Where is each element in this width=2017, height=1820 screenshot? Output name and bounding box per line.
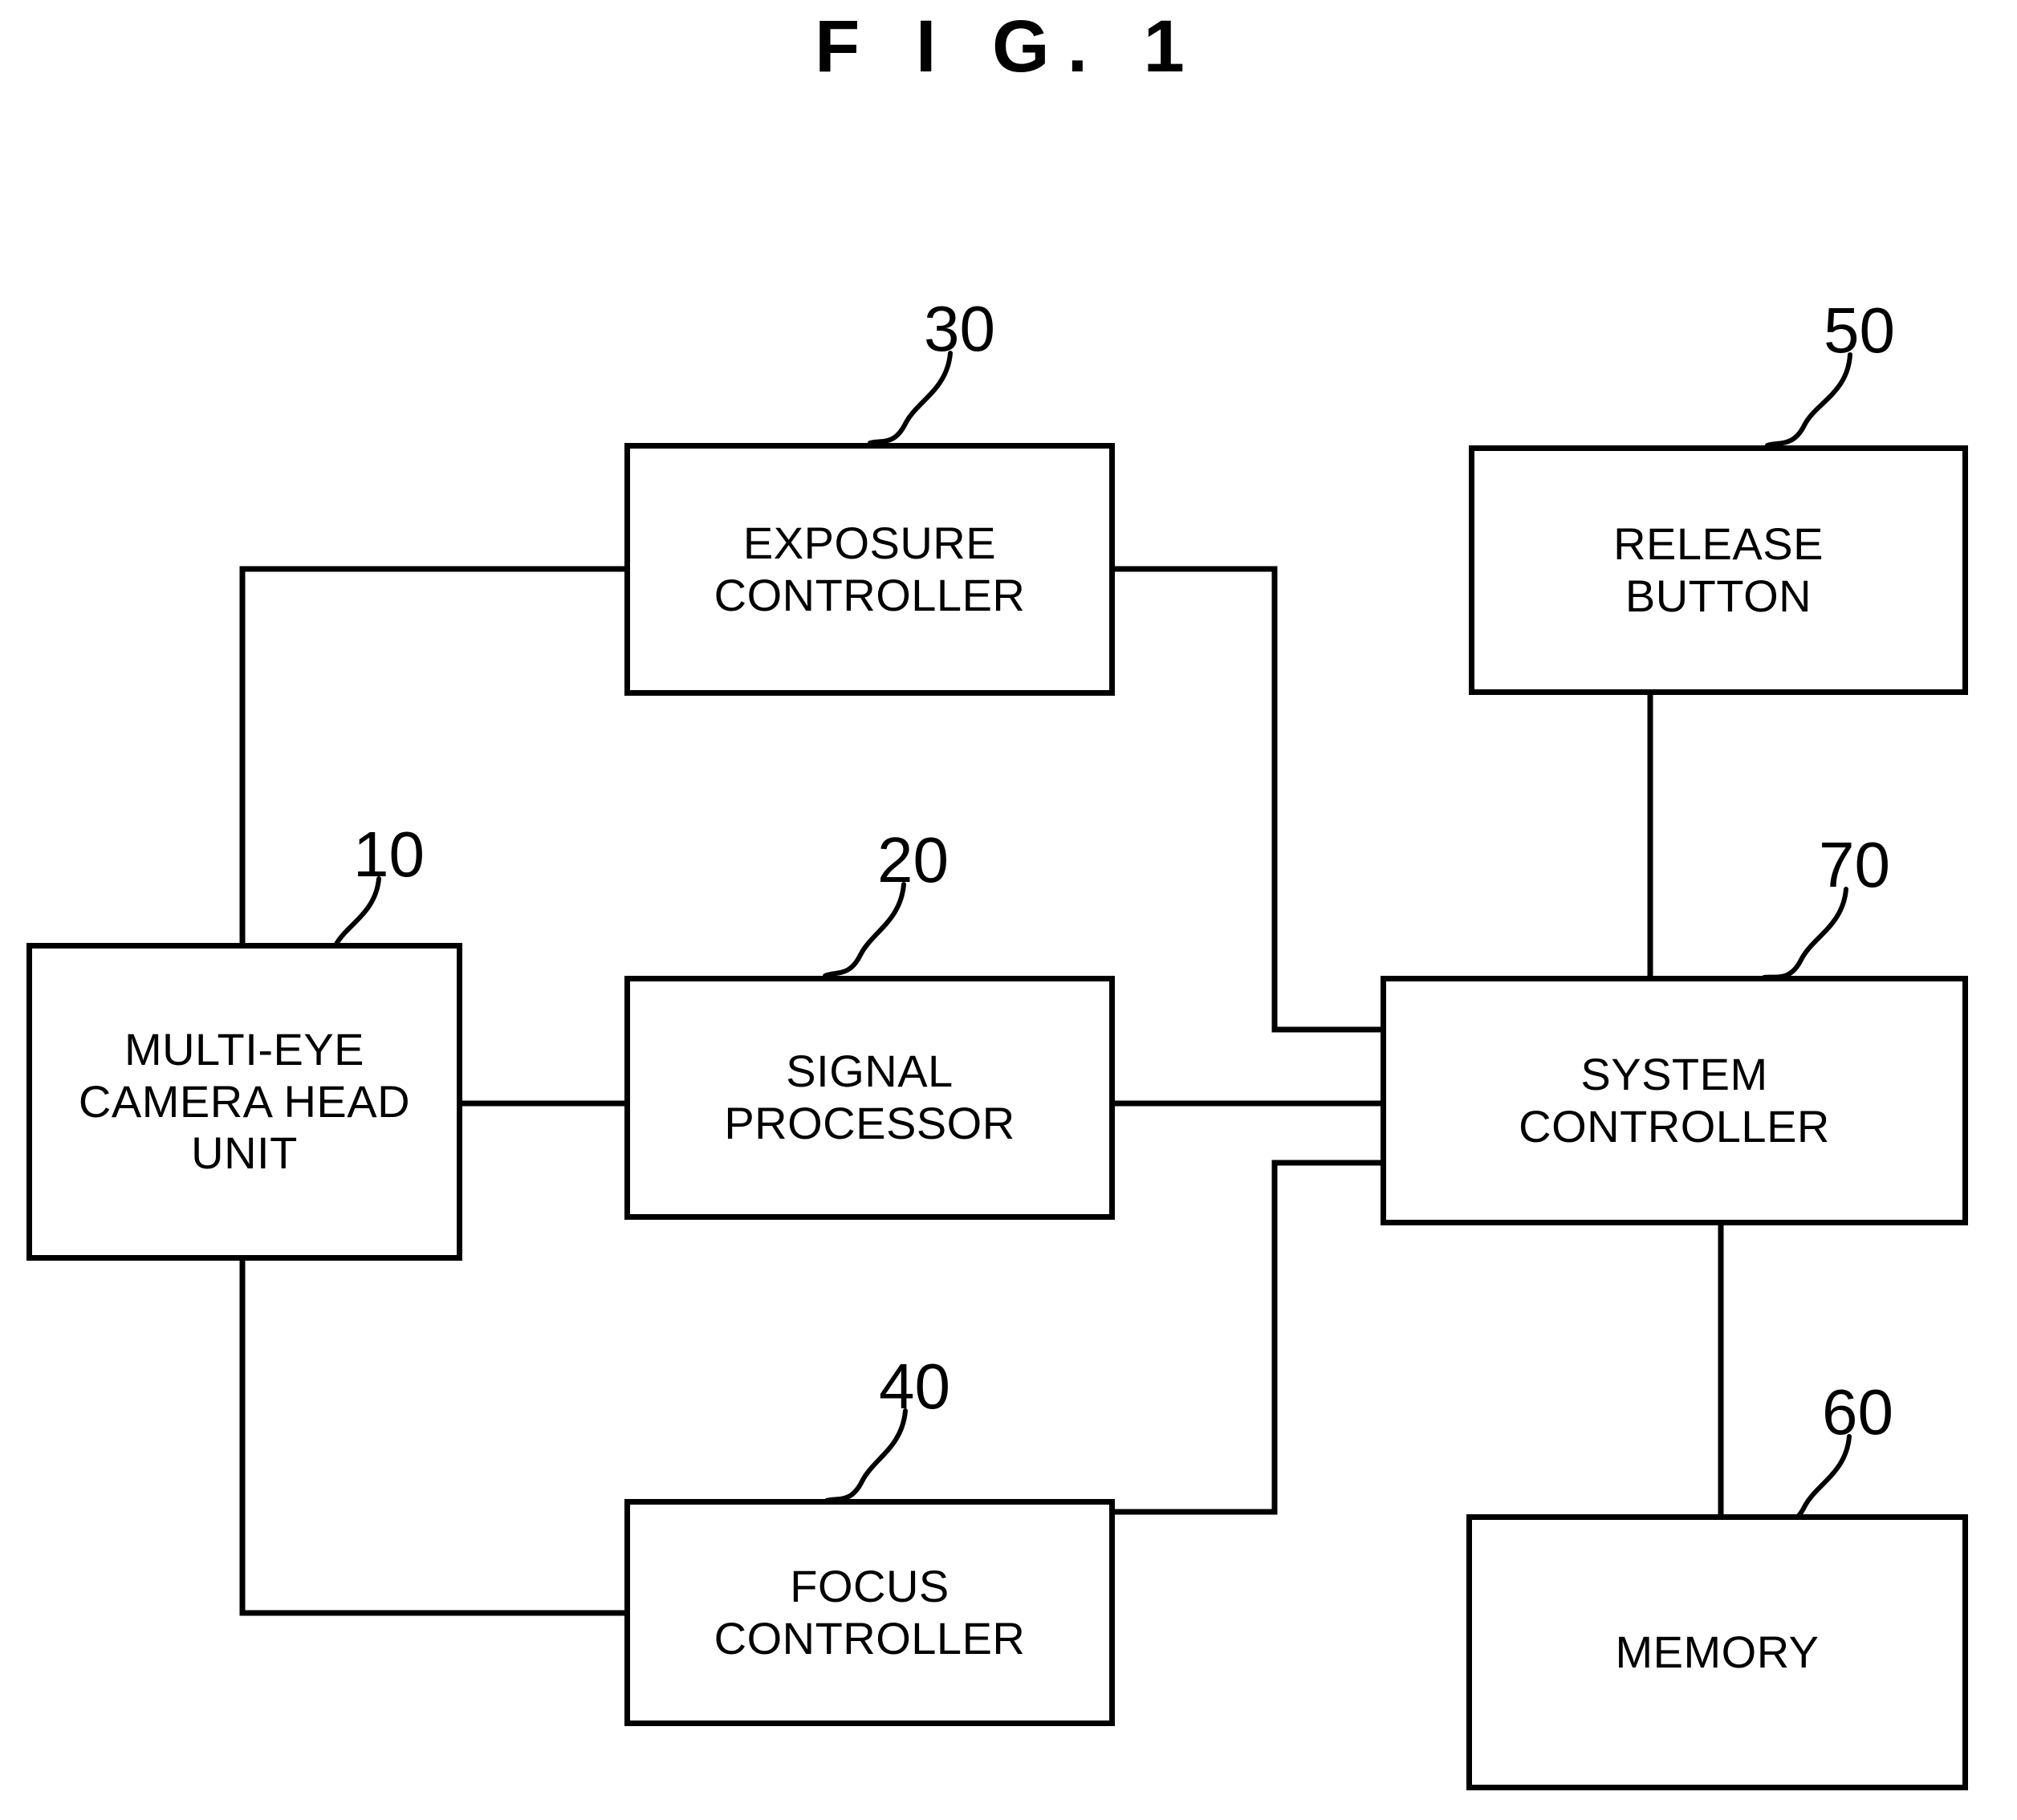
block-label-focus-controller: FOCUS CONTROLLER (714, 1560, 1026, 1664)
leader-line-20 (823, 882, 906, 978)
leader-line-30 (868, 351, 953, 445)
ref-numeral-30: 30 (924, 293, 995, 364)
block-label-system-controller: SYSTEM CONTROLLER (1519, 1048, 1830, 1152)
line-exposure-to-systemcontroller (1115, 566, 1381, 1033)
leader-line-50 (1765, 352, 1852, 448)
block-label-signal-processor: SIGNAL PROCESSOR (724, 1046, 1015, 1148)
ref-numeral-40: 40 (879, 1351, 950, 1422)
block-label-release-button: RELEASE BUTTON (1613, 518, 1824, 621)
line-camerahead-to-focus (239, 1260, 624, 1616)
ref-numeral-50: 50 (1824, 295, 1895, 366)
block-memory[interactable]: MEMORY (1466, 1514, 1968, 1790)
block-exposure-controller[interactable]: EXPOSURE CONTROLLER (624, 443, 1115, 696)
ref-numeral-60: 60 (1822, 1376, 1893, 1448)
block-label-camera-head: MULTI-EYE CAMERA HEAD UNIT (78, 1023, 411, 1179)
block-system-controller[interactable]: SYSTEM CONTROLLER (1381, 976, 1968, 1225)
ref-numeral-20: 20 (877, 824, 949, 896)
block-focus-controller[interactable]: FOCUS CONTROLLER (624, 1499, 1115, 1726)
leader-line-70 (1762, 887, 1848, 980)
line-camerahead-to-exposure (239, 566, 624, 943)
block-release-button[interactable]: RELEASE BUTTON (1469, 445, 1968, 695)
line-focus-to-systemcontroller (1115, 1160, 1381, 1515)
patent-figure: F I G. 1 MULTI-EYE CAMERA HEAD UNIT SIGN… (0, 0, 2017, 1820)
ref-numeral-70: 70 (1819, 829, 1890, 900)
block-multi-eye-camera-head-unit[interactable]: MULTI-EYE CAMERA HEAD UNIT (26, 943, 462, 1261)
block-signal-processor[interactable]: SIGNAL PROCESSOR (624, 976, 1115, 1220)
leader-line-40 (824, 1408, 908, 1503)
ref-numeral-10: 10 (353, 819, 425, 890)
block-label-memory: MEMORY (1615, 1626, 1820, 1677)
block-label-exposure-controller: EXPOSURE CONTROLLER (714, 517, 1026, 620)
